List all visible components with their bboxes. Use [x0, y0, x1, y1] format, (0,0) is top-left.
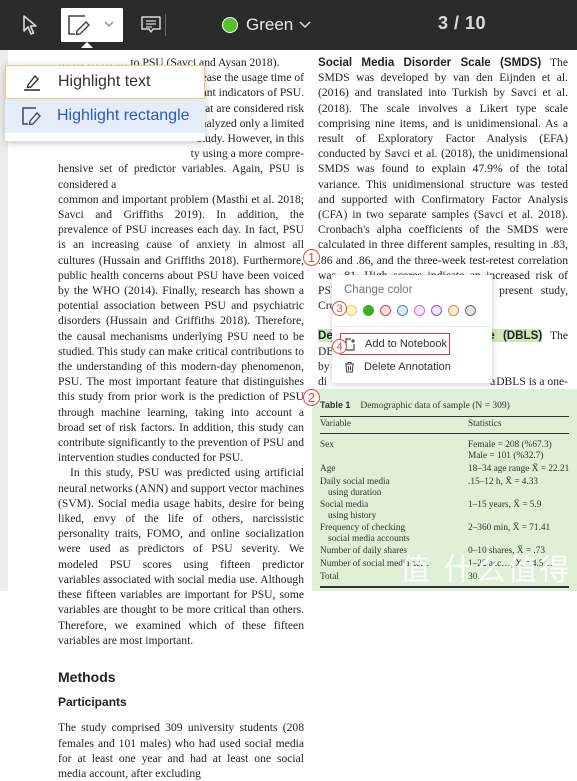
- callout-badge-4: 4: [332, 339, 347, 354]
- color-swatch-purple[interactable]: [431, 305, 442, 316]
- menu-item-highlight-text[interactable]: Highlight text: [5, 65, 205, 99]
- paragraph-study: In this study, PSU was predicted using a…: [58, 466, 304, 647]
- color-swatch-green[interactable]: [363, 305, 374, 316]
- highlight-tool-button[interactable]: [61, 8, 123, 42]
- document-left-column: … … … … … to PSU (Savci and Aysan 2018).…: [58, 55, 304, 781]
- pen-rectangle-icon: [68, 15, 90, 36]
- heading-methods: Methods: [58, 668, 116, 685]
- table-top-rule: [320, 416, 569, 417]
- toolbar-divider: [165, 14, 166, 36]
- annotation-toolbar: Green 3 / 10: [0, 0, 577, 50]
- color-dot-icon: [222, 17, 238, 33]
- select-tool-button[interactable]: [18, 12, 44, 38]
- add-to-notebook-button[interactable]: Add to Notebook: [340, 333, 450, 355]
- callout-badge-3: 3: [332, 301, 347, 316]
- menu-item-highlight-rectangle[interactable]: Highlight rectangle: [5, 99, 205, 133]
- dropdown-caret: [81, 42, 93, 48]
- paragraph-participants: The study comprised 309 university stude…: [58, 721, 304, 780]
- color-swatch-row: [346, 305, 476, 316]
- annotation-context-menu: Change color Add to Notebook Delete Anno…: [332, 275, 492, 383]
- heading-participants: Participants: [58, 695, 127, 710]
- smds-heading: Social Media Disorder Scale (SMDS): [318, 56, 542, 69]
- color-swatch-orange[interactable]: [448, 305, 459, 316]
- watermark: 值 什么值得买: [400, 553, 572, 632]
- cursor-arrow-icon: [23, 15, 37, 35]
- menu-divider: [332, 326, 492, 327]
- comment-tool-button[interactable]: [140, 14, 162, 36]
- change-color-label: Change color: [344, 284, 413, 296]
- color-swatch-gray[interactable]: [465, 305, 476, 316]
- trash-icon: [344, 361, 355, 373]
- column-header-variable: Variable: [320, 419, 351, 429]
- comment-icon: [141, 16, 161, 33]
- delete-annotation-button[interactable]: Delete Annotation: [340, 361, 451, 373]
- column-header-statistics: Statistics: [468, 419, 502, 429]
- dbls-right-line2: DBLS is a one-: [496, 374, 568, 390]
- color-swatch-pink[interactable]: [414, 305, 425, 316]
- add-to-notebook-label: Add to Notebook: [365, 338, 447, 350]
- menu-item-label: Highlight text: [58, 73, 151, 90]
- color-picker-button[interactable]: Green: [222, 12, 312, 38]
- pen-underline-icon: [22, 72, 44, 92]
- color-swatch-red[interactable]: [380, 305, 391, 316]
- color-label: Green: [246, 15, 294, 34]
- highlight-mode-menu: Highlight text Highlight rectangle: [5, 65, 205, 141]
- callout-badge-1: 1: [303, 249, 320, 266]
- pen-rectangle-icon: [21, 106, 43, 126]
- page-indicator: 3 / 10: [438, 13, 487, 33]
- color-swatch-yellow[interactable]: [346, 305, 357, 316]
- chevron-down-icon[interactable]: [103, 19, 115, 29]
- chevron-down-icon: [299, 21, 311, 29]
- table-header-rule: [320, 433, 569, 434]
- menu-item-label: Highlight rectangle: [57, 107, 190, 124]
- color-swatch-blue[interactable]: [397, 305, 408, 316]
- callout-badge-2: 2: [303, 389, 320, 406]
- table-caption: Table 1 Demographic data of sample (N = 3…: [320, 400, 510, 411]
- delete-annotation-label: Delete Annotation: [364, 361, 451, 373]
